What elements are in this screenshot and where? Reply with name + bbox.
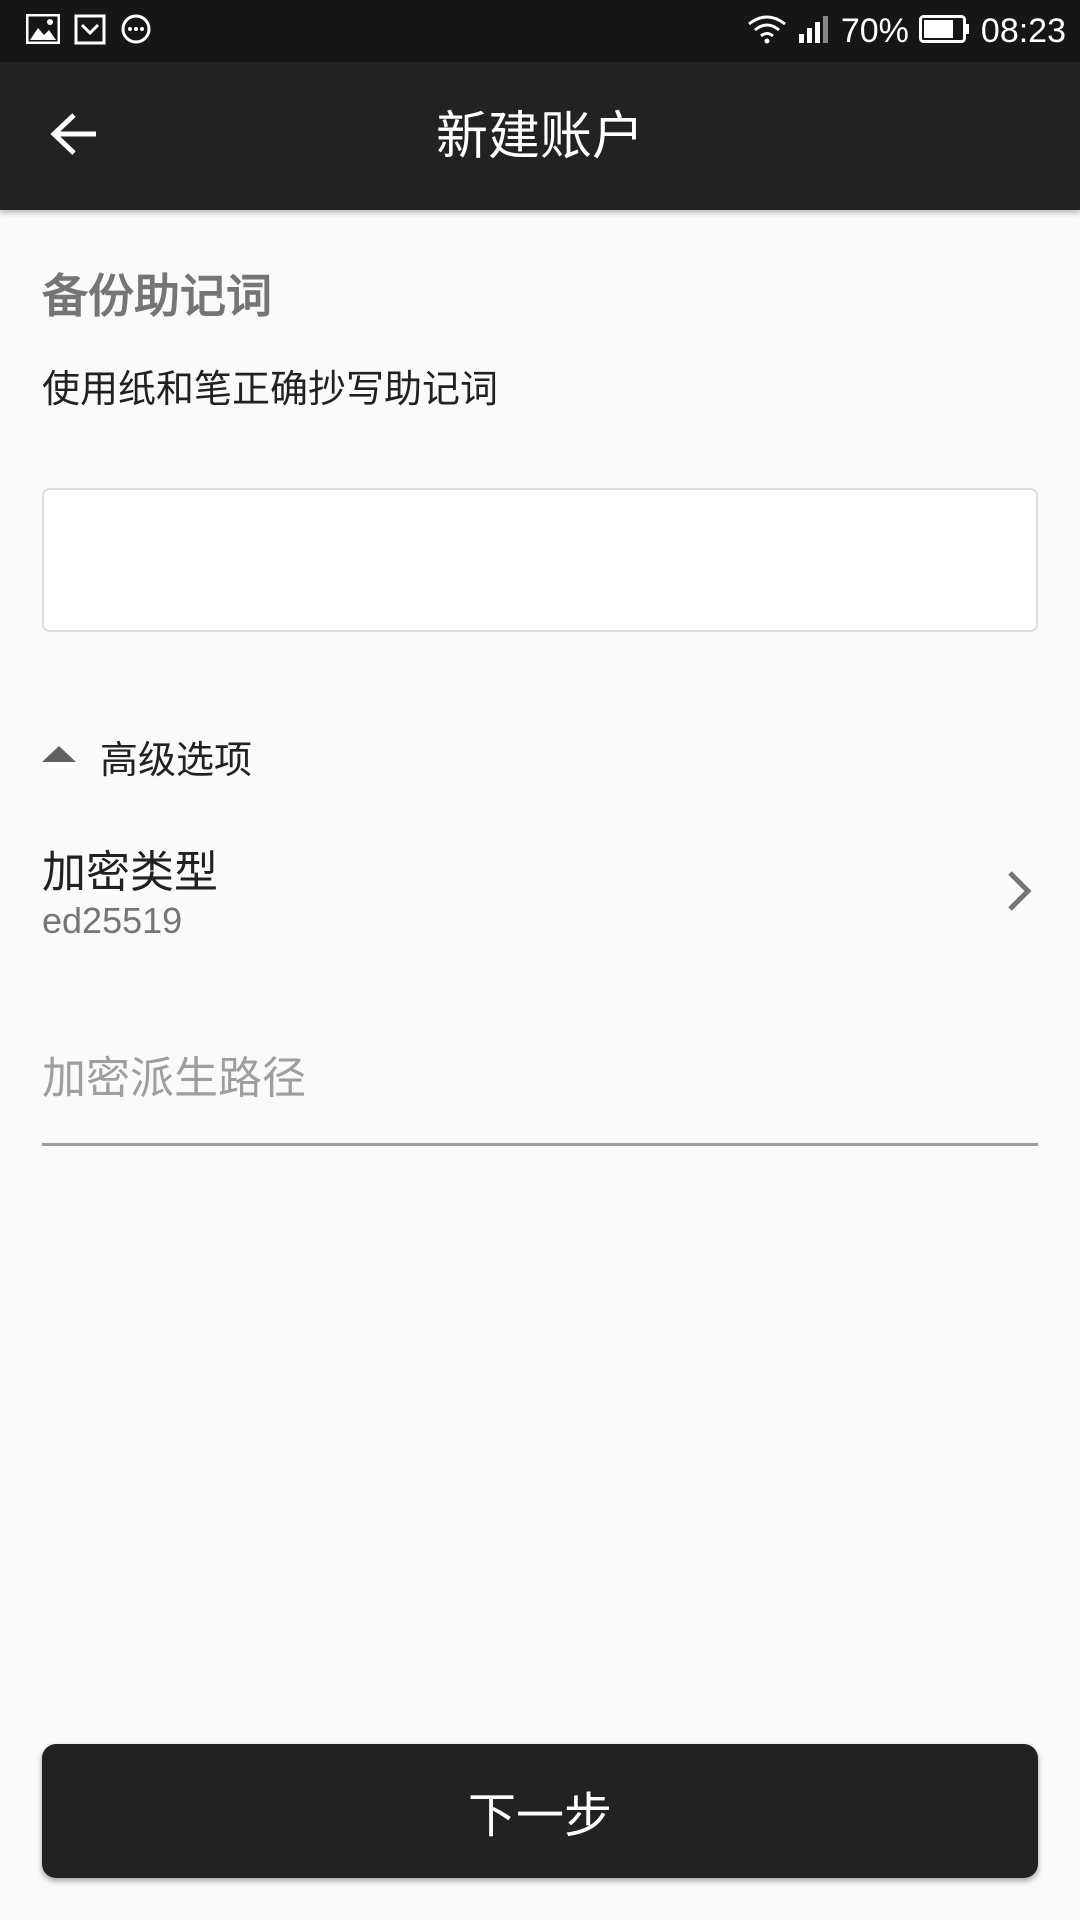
encryption-type-value: ed25519	[42, 900, 183, 941]
message-icon	[120, 13, 152, 49]
derivation-path-field[interactable]: 加密派生路径	[42, 1028, 1038, 1146]
page-title: 新建账户	[435, 107, 644, 167]
app-bar: 新建账户	[0, 62, 1080, 210]
image-icon	[25, 13, 61, 48]
mnemonic-display-box[interactable]	[42, 488, 1038, 632]
chevron-right-icon	[1006, 870, 1032, 916]
next-button[interactable]: 下一步	[42, 1744, 1038, 1878]
signal-icon	[797, 14, 831, 48]
advanced-options-toggle[interactable]: 高级选项	[42, 730, 252, 782]
derivation-path-placeholder: 加密派生路径	[42, 1053, 306, 1104]
triangle-up-icon	[42, 744, 76, 768]
encryption-type-label: 加密类型	[42, 847, 218, 898]
backup-section-description: 使用纸和笔正确抄写助记词	[42, 367, 499, 411]
calendar-icon	[74, 13, 106, 49]
status-bar-left	[25, 13, 166, 49]
status-bar: 70% 08:23	[0, 0, 1080, 62]
status-bar-right: 70% 08:23	[737, 12, 1066, 51]
battery-icon	[918, 15, 971, 47]
next-button-label: 下一步	[467, 1788, 612, 1844]
status-time: 08:23	[980, 11, 1066, 50]
backup-section-title: 备份助记词	[42, 269, 272, 323]
advanced-options-label: 高级选项	[100, 737, 253, 782]
battery-percent: 70%	[840, 11, 909, 50]
wifi-icon	[747, 14, 787, 48]
encryption-type-row[interactable]: 加密类型 ed25519	[42, 832, 1038, 952]
